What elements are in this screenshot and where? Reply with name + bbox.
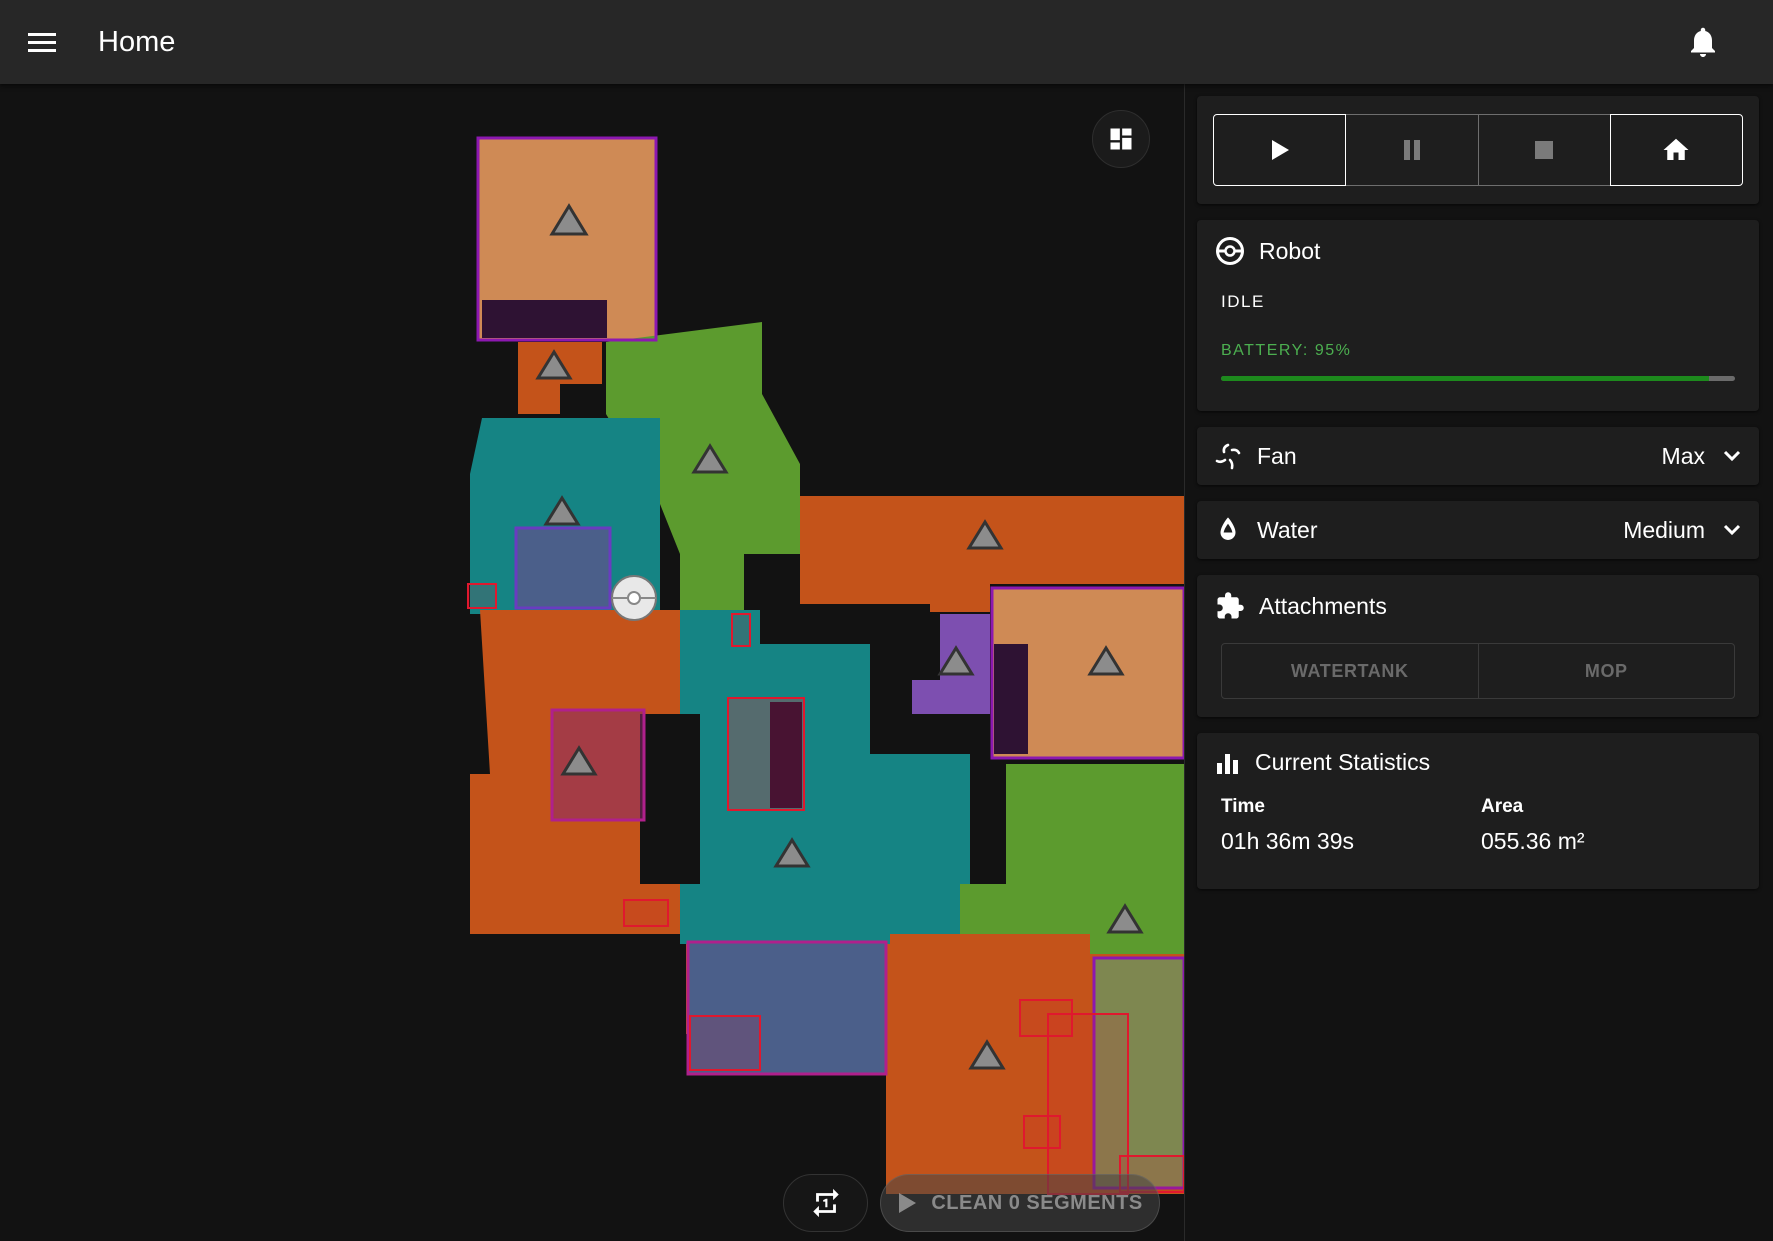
water-level-select[interactable]: Water Medium — [1197, 501, 1759, 559]
puzzle-icon — [1217, 592, 1244, 619]
map-canvas[interactable]: CLEAN 0 SEGMENTS — [0, 84, 1184, 1241]
page-title: Home — [98, 25, 176, 58]
stat-time-value: 01h 36m 39s — [1221, 828, 1354, 854]
clean-segments-button[interactable]: CLEAN 0 SEGMENTS — [880, 1174, 1160, 1232]
battery-label: BATTERY: 95% — [1221, 342, 1352, 359]
control-panel: Robot IDLE BATTERY: 95% Fan Max Water Me… — [1185, 84, 1773, 1241]
stat-area: Area 055.36 m² — [1481, 796, 1741, 855]
room-segment[interactable] — [516, 528, 610, 608]
water-value: Medium — [1623, 516, 1705, 543]
stop-icon — [1535, 141, 1554, 159]
start-button[interactable] — [1213, 114, 1347, 186]
pause-button[interactable] — [1345, 114, 1479, 186]
layout-toggle-button[interactable] — [1092, 110, 1150, 168]
repeat-once-icon — [812, 1188, 839, 1218]
basic-controls-card — [1197, 96, 1759, 204]
menu-icon-line — [28, 40, 56, 44]
battery-progress-bar — [1221, 376, 1735, 381]
fan-icon — [1215, 443, 1241, 470]
chevron-down-icon — [1723, 524, 1741, 536]
water-label: Water — [1257, 516, 1318, 543]
attachment-watertank[interactable]: WATERTANK — [1221, 643, 1479, 699]
current-statistics-card: Current Statistics Time 01h 36m 39s Area… — [1197, 733, 1759, 889]
home-button[interactable] — [1609, 114, 1743, 186]
fan-speed-select[interactable]: Fan Max — [1197, 427, 1759, 485]
room-segment[interactable] — [680, 610, 970, 944]
iterations-button[interactable] — [783, 1174, 868, 1232]
clean-segments-label: CLEAN 0 SEGMENTS — [931, 1191, 1143, 1214]
basic-controls-group — [1213, 114, 1743, 186]
app-bar: Home — [0, 0, 1773, 84]
battery-progress-fill — [1221, 376, 1710, 381]
dashboard-layout-icon — [1110, 128, 1132, 150]
menu-icon-line — [28, 48, 56, 52]
stat-area-label: Area — [1481, 796, 1524, 817]
floor-map[interactable] — [0, 84, 1184, 1241]
robot-status: IDLE — [1221, 292, 1265, 311]
stat-time: Time 01h 36m 39s — [1221, 796, 1481, 855]
attachment-mop[interactable]: MOP — [1477, 643, 1735, 699]
play-icon — [1271, 140, 1289, 160]
room-segment[interactable] — [960, 764, 1184, 954]
pause-icon — [1403, 140, 1420, 160]
bell-icon[interactable] — [1685, 22, 1721, 62]
menu-icon — [28, 32, 56, 36]
room-obstacle — [994, 644, 1028, 754]
statistics-title: Current Statistics — [1255, 749, 1431, 775]
attachments-title: Attachments — [1259, 592, 1387, 619]
water-drop-icon — [1220, 517, 1236, 540]
robot-title: Robot — [1259, 237, 1321, 264]
home-icon — [1663, 138, 1689, 160]
bar-chart-icon — [1217, 753, 1238, 774]
robot-vacuum-icon — [1216, 237, 1244, 265]
fan-value: Max — [1661, 442, 1705, 469]
attachments-card: Attachments WATERTANK MOP — [1197, 575, 1759, 717]
room-obstacle — [482, 300, 607, 338]
play-icon — [899, 1193, 917, 1213]
stop-button[interactable] — [1477, 114, 1611, 186]
menu-button[interactable] — [20, 20, 64, 64]
robot-position-icon — [611, 575, 657, 621]
chevron-down-icon — [1723, 450, 1741, 462]
stat-area-value: 055.36 m² — [1481, 828, 1585, 854]
room-segment[interactable] — [552, 710, 644, 820]
stat-time-label: Time — [1221, 796, 1266, 817]
attachments-group: WATERTANK MOP — [1221, 643, 1735, 699]
robot-status-card: Robot IDLE BATTERY: 95% — [1197, 220, 1759, 411]
fan-label: Fan — [1257, 442, 1297, 469]
